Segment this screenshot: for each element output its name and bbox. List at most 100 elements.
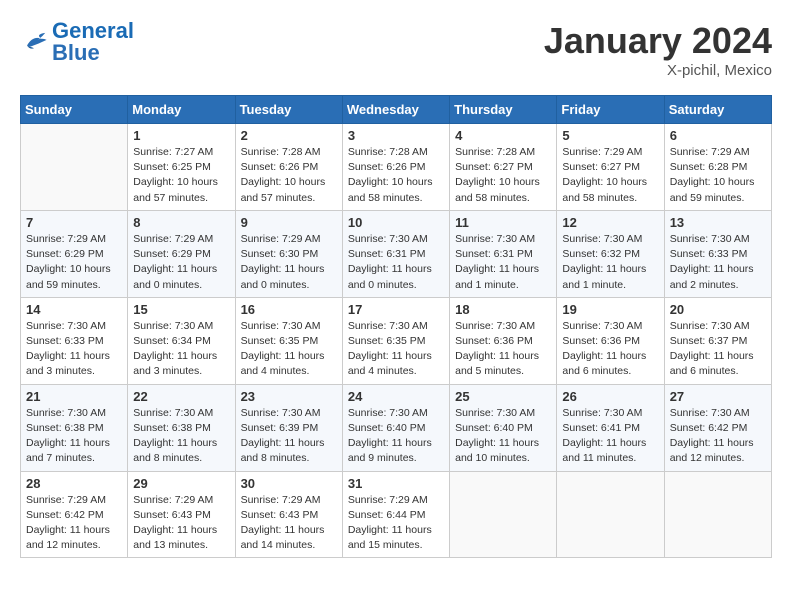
day-info: Sunrise: 7:30 AMSunset: 6:35 PMDaylight:… <box>241 319 337 380</box>
day-number: 31 <box>348 476 444 491</box>
calendar-cell: 15 Sunrise: 7:30 AMSunset: 6:34 PMDayligh… <box>128 297 235 384</box>
day-info: Sunrise: 7:29 AMSunset: 6:28 PMDaylight:… <box>670 145 766 206</box>
day-info: Sunrise: 7:30 AMSunset: 6:38 PMDaylight:… <box>133 406 229 467</box>
day-info: Sunrise: 7:30 AMSunset: 6:39 PMDaylight:… <box>241 406 337 467</box>
day-info: Sunrise: 7:30 AMSunset: 6:38 PMDaylight:… <box>26 406 122 467</box>
day-number: 5 <box>562 128 658 143</box>
day-info: Sunrise: 7:30 AMSunset: 6:40 PMDaylight:… <box>348 406 444 467</box>
day-number: 20 <box>670 302 766 317</box>
day-number: 3 <box>348 128 444 143</box>
day-number: 19 <box>562 302 658 317</box>
calendar-cell: 12Sunrise: 7:30 AMSunset: 6:32 PMDayligh… <box>557 210 664 297</box>
week-row-1: 1Sunrise: 7:27 AMSunset: 6:25 PMDaylight… <box>21 124 772 211</box>
day-number: 21 <box>26 389 122 404</box>
day-number: 29 <box>133 476 229 491</box>
header-cell-thursday: Thursday <box>450 96 557 124</box>
calendar-table: SundayMondayTuesdayWednesdayThursdayFrid… <box>20 95 772 558</box>
location: X-pichil, Mexico <box>544 62 772 79</box>
calendar-cell: 8 Sunrise: 7:29 AMSunset: 6:29 PMDaylight… <box>128 210 235 297</box>
day-info: Sunrise: 7:29 AMSunset: 6:43 PMDaylight:… <box>241 493 337 554</box>
day-number: 30 <box>241 476 337 491</box>
logo-bird-icon <box>20 30 48 54</box>
calendar-cell: 11Sunrise: 7:30 AMSunset: 6:31 PMDayligh… <box>450 210 557 297</box>
day-number: 25 <box>455 389 551 404</box>
calendar-cell: 4Sunrise: 7:28 AMSunset: 6:27 PMDaylight… <box>450 124 557 211</box>
calendar-cell <box>557 471 664 558</box>
day-number: 9 <box>241 215 337 230</box>
calendar-cell: 17 Sunrise: 7:30 AMSunset: 6:35 PMDayligh… <box>342 297 449 384</box>
calendar-cell: 16 Sunrise: 7:30 AMSunset: 6:35 PMDayligh… <box>235 297 342 384</box>
week-row-4: 21 Sunrise: 7:30 AMSunset: 6:38 PMDayligh… <box>21 384 772 471</box>
day-number: 14 <box>26 302 122 317</box>
calendar-body: 1Sunrise: 7:27 AMSunset: 6:25 PMDaylight… <box>21 124 772 558</box>
day-info: Sunrise: 7:30 AMSunset: 6:35 PMDaylight:… <box>348 319 444 380</box>
day-info: Sunrise: 7:30 AMSunset: 6:42 PMDaylight:… <box>670 406 766 467</box>
header-cell-monday: Monday <box>128 96 235 124</box>
calendar-cell: 23 Sunrise: 7:30 AMSunset: 6:39 PMDayligh… <box>235 384 342 471</box>
calendar-cell: 30 Sunrise: 7:29 AMSunset: 6:43 PMDayligh… <box>235 471 342 558</box>
day-number: 15 <box>133 302 229 317</box>
day-info: Sunrise: 7:29 AMSunset: 6:44 PMDaylight:… <box>348 493 444 554</box>
day-info: Sunrise: 7:29 AMSunset: 6:27 PMDaylight:… <box>562 145 658 206</box>
header-cell-tuesday: Tuesday <box>235 96 342 124</box>
calendar-cell: 10 Sunrise: 7:30 AMSunset: 6:31 PMDayligh… <box>342 210 449 297</box>
day-number: 16 <box>241 302 337 317</box>
day-info: Sunrise: 7:30 AMSunset: 6:36 PMDaylight:… <box>455 319 551 380</box>
calendar-cell: 14 Sunrise: 7:30 AMSunset: 6:33 PMDayligh… <box>21 297 128 384</box>
header-cell-sunday: Sunday <box>21 96 128 124</box>
calendar-cell: 6 Sunrise: 7:29 AMSunset: 6:28 PMDaylight… <box>664 124 771 211</box>
week-row-3: 14 Sunrise: 7:30 AMSunset: 6:33 PMDayligh… <box>21 297 772 384</box>
day-info: Sunrise: 7:29 AMSunset: 6:30 PMDaylight:… <box>241 232 337 293</box>
day-number: 13 <box>670 215 766 230</box>
calendar-cell <box>21 124 128 211</box>
day-number: 26 <box>562 389 658 404</box>
day-number: 27 <box>670 389 766 404</box>
day-info: Sunrise: 7:30 AMSunset: 6:33 PMDaylight:… <box>670 232 766 293</box>
day-number: 4 <box>455 128 551 143</box>
day-number: 12 <box>562 215 658 230</box>
day-number: 8 <box>133 215 229 230</box>
calendar-cell: 3Sunrise: 7:28 AMSunset: 6:26 PMDaylight… <box>342 124 449 211</box>
day-number: 23 <box>241 389 337 404</box>
day-info: Sunrise: 7:30 AMSunset: 6:41 PMDaylight:… <box>562 406 658 467</box>
day-info: Sunrise: 7:30 AMSunset: 6:34 PMDaylight:… <box>133 319 229 380</box>
day-number: 6 <box>670 128 766 143</box>
calendar-cell <box>664 471 771 558</box>
calendar-cell: 31 Sunrise: 7:29 AMSunset: 6:44 PMDayligh… <box>342 471 449 558</box>
day-number: 10 <box>348 215 444 230</box>
calendar-cell: 26 Sunrise: 7:30 AMSunset: 6:41 PMDayligh… <box>557 384 664 471</box>
day-info: Sunrise: 7:27 AMSunset: 6:25 PMDaylight:… <box>133 145 229 206</box>
day-info: Sunrise: 7:29 AMSunset: 6:29 PMDaylight:… <box>26 232 122 293</box>
header-row: SundayMondayTuesdayWednesdayThursdayFrid… <box>21 96 772 124</box>
calendar-cell: 27 Sunrise: 7:30 AMSunset: 6:42 PMDayligh… <box>664 384 771 471</box>
calendar-cell: 18Sunrise: 7:30 AMSunset: 6:36 PMDayligh… <box>450 297 557 384</box>
week-row-5: 28Sunrise: 7:29 AMSunset: 6:42 PMDayligh… <box>21 471 772 558</box>
calendar-cell: 5 Sunrise: 7:29 AMSunset: 6:27 PMDaylight… <box>557 124 664 211</box>
day-number: 28 <box>26 476 122 491</box>
calendar-cell: 28Sunrise: 7:29 AMSunset: 6:42 PMDayligh… <box>21 471 128 558</box>
calendar-cell: 9 Sunrise: 7:29 AMSunset: 6:30 PMDaylight… <box>235 210 342 297</box>
calendar-cell: 25 Sunrise: 7:30 AMSunset: 6:40 PMDayligh… <box>450 384 557 471</box>
day-number: 24 <box>348 389 444 404</box>
calendar-cell: 1Sunrise: 7:27 AMSunset: 6:25 PMDaylight… <box>128 124 235 211</box>
logo-text: General Blue <box>52 20 134 64</box>
header-cell-saturday: Saturday <box>664 96 771 124</box>
page-header: General Blue January 2024 X-pichil, Mexi… <box>20 20 772 79</box>
day-info: Sunrise: 7:29 AMSunset: 6:29 PMDaylight:… <box>133 232 229 293</box>
header-cell-wednesday: Wednesday <box>342 96 449 124</box>
day-number: 11 <box>455 215 551 230</box>
day-number: 17 <box>348 302 444 317</box>
calendar-cell: 7 Sunrise: 7:29 AMSunset: 6:29 PMDaylight… <box>21 210 128 297</box>
day-number: 7 <box>26 215 122 230</box>
calendar-cell: 22 Sunrise: 7:30 AMSunset: 6:38 PMDayligh… <box>128 384 235 471</box>
day-info: Sunrise: 7:30 AMSunset: 6:33 PMDaylight:… <box>26 319 122 380</box>
calendar-cell: 2 Sunrise: 7:28 AMSunset: 6:26 PMDaylight… <box>235 124 342 211</box>
day-info: Sunrise: 7:30 AMSunset: 6:40 PMDaylight:… <box>455 406 551 467</box>
day-number: 22 <box>133 389 229 404</box>
day-info: Sunrise: 7:30 AMSunset: 6:31 PMDaylight:… <box>348 232 444 293</box>
month-title: January 2024 <box>544 20 772 62</box>
calendar-cell: 19Sunrise: 7:30 AMSunset: 6:36 PMDayligh… <box>557 297 664 384</box>
calendar-cell: 20Sunrise: 7:30 AMSunset: 6:37 PMDayligh… <box>664 297 771 384</box>
day-number: 2 <box>241 128 337 143</box>
day-info: Sunrise: 7:28 AMSunset: 6:26 PMDaylight:… <box>241 145 337 206</box>
